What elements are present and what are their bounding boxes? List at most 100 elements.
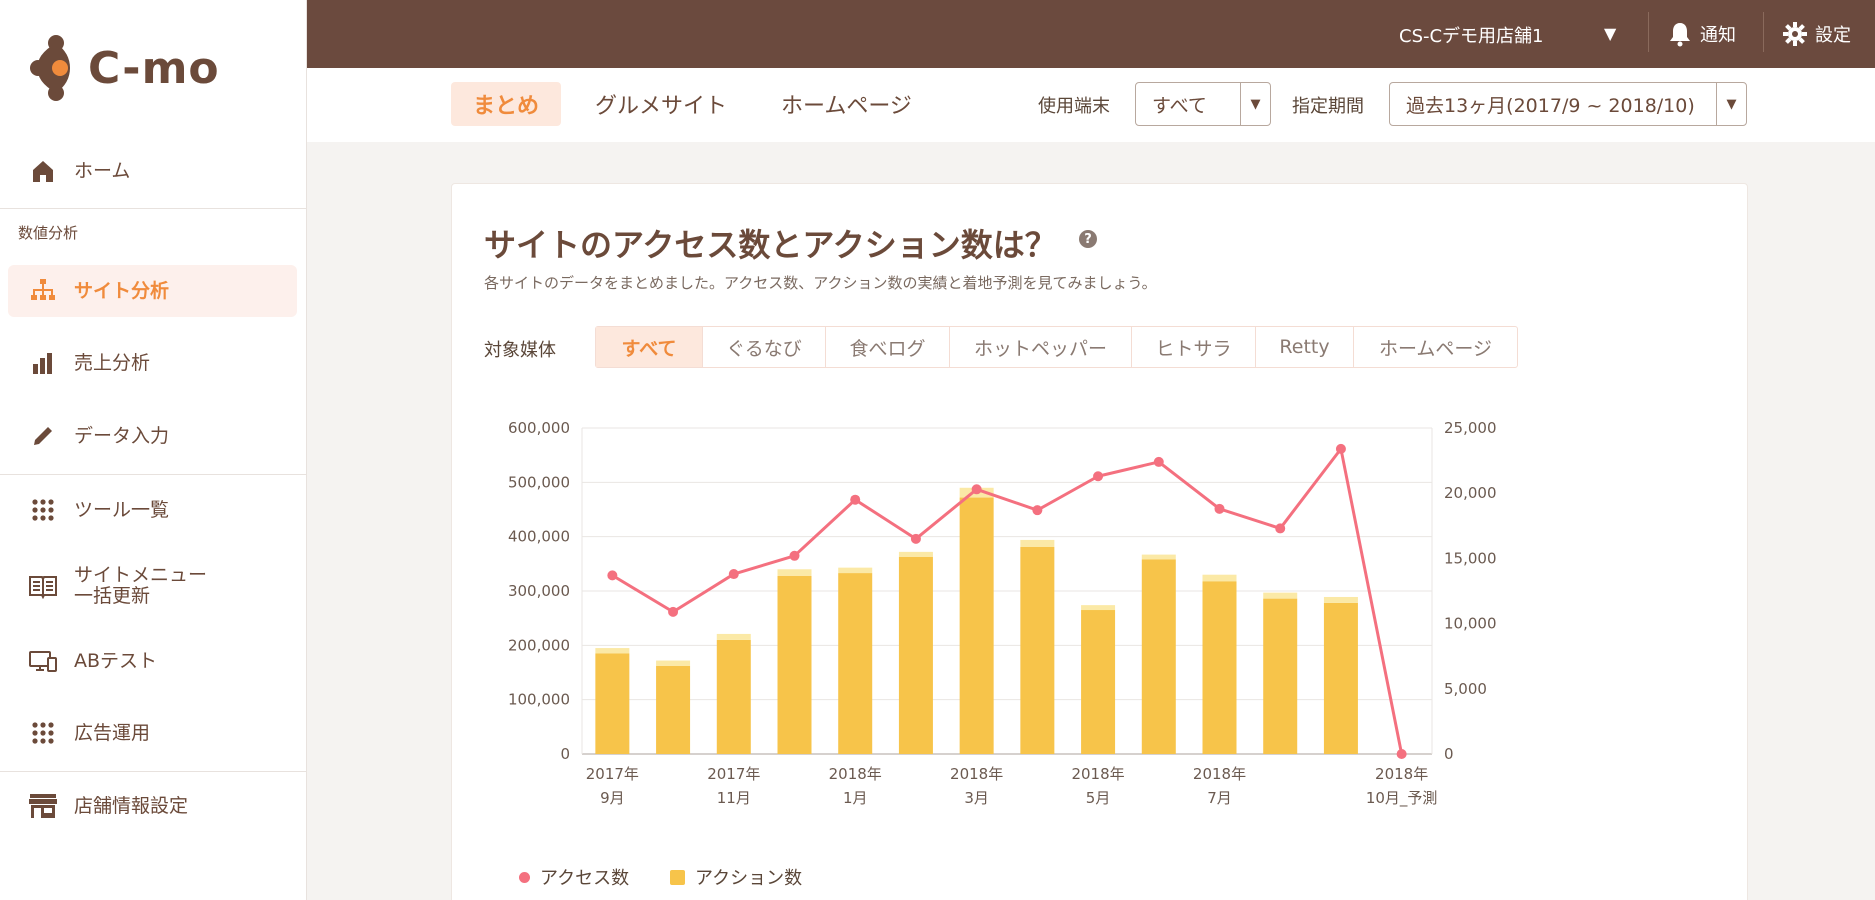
logo-mark-icon: [30, 35, 70, 101]
legend-item-action[interactable]: アクション数: [670, 864, 802, 890]
top-bar: CS-Cデモ用店舗1 ▼ 通知 設定: [307, 0, 1875, 68]
access-point: [789, 550, 800, 561]
sidebar-item-label: サイトメニュー 一括更新: [74, 565, 207, 607]
legend-marker: [519, 871, 530, 883]
app-logo[interactable]: C-mo: [30, 28, 230, 108]
divider: [0, 208, 307, 209]
bar: [838, 573, 873, 754]
y-right-tick-label: 10,000: [1444, 615, 1497, 633]
access-point: [910, 533, 921, 544]
access-point: [1335, 443, 1346, 454]
bar-top: [595, 648, 630, 654]
tab-homepage[interactable]: ホームページ: [759, 82, 934, 126]
tab-gourmet-sites[interactable]: グルメサイト: [573, 82, 749, 126]
settings-label: 設定: [1815, 25, 1851, 46]
y-left-tick-label: 600,000: [508, 419, 570, 437]
bar: [777, 575, 812, 754]
bar-top: [838, 567, 873, 574]
x-tick-label: 2018年: [950, 765, 1003, 783]
bar: [1323, 602, 1358, 754]
bar-top: [656, 660, 691, 666]
bar-top: [1263, 592, 1298, 599]
gear-icon: [1783, 22, 1807, 46]
legend-item-access[interactable]: アクセス数: [519, 864, 629, 890]
x-tick-label: 2018年: [1193, 765, 1246, 783]
bar-top: [1020, 539, 1055, 547]
y-left-tick-label: 300,000: [508, 582, 570, 600]
notifications-label: 通知: [1700, 25, 1736, 46]
period-select[interactable]: 過去13ヶ月(2017/9 ~ 2018/10) ▼: [1389, 82, 1747, 126]
sidebar: C-mo ホーム 数値分析 サイト分析 売上分析 データ入力 ツール一覧 サイト…: [0, 0, 307, 900]
devices-icon: [28, 646, 58, 676]
sidebar-item-tools[interactable]: ツール一覧: [0, 474, 307, 546]
home-icon: [28, 156, 58, 186]
pencil-icon: [28, 421, 58, 451]
chevron-down-icon: ▼: [1240, 83, 1270, 125]
y-right-tick-label: 15,000: [1444, 549, 1497, 567]
x-tick-label: 10月_予測: [1366, 789, 1438, 808]
legend-label: アクセス数: [540, 868, 630, 889]
sitemap-icon: [28, 276, 58, 306]
bar-top: [1202, 574, 1237, 582]
access-point: [607, 570, 618, 581]
x-tick-label: 2017年: [707, 765, 760, 783]
y-left-tick-label: 0: [560, 745, 570, 763]
sidebar-item-ads[interactable]: 広告運用: [0, 697, 307, 769]
x-tick-label: 2018年: [829, 765, 882, 783]
y-left-tick-label: 100,000: [508, 691, 570, 709]
access-point: [1275, 523, 1286, 534]
legend-marker: [670, 869, 685, 885]
x-tick-label: 5月: [1086, 789, 1111, 807]
device-label: 使用端末: [1038, 96, 1110, 117]
access-point: [1396, 749, 1407, 759]
store-selector[interactable]: CS-Cデモ用店舗1: [1399, 22, 1544, 48]
divider: [1648, 12, 1649, 52]
sidebar-item-site-analysis[interactable]: サイト分析: [8, 265, 297, 317]
sidebar-item-label: ABテスト: [74, 649, 158, 672]
chevron-down-icon[interactable]: ▼: [1604, 24, 1616, 43]
divider: [1763, 12, 1764, 52]
period-label: 指定期間: [1292, 96, 1364, 117]
tab-summary[interactable]: まとめ: [451, 82, 562, 126]
logo-text: C-mo: [88, 42, 220, 94]
bar-top: [1081, 605, 1116, 611]
bar-top: [777, 569, 812, 576]
legend-label: アクション数: [695, 868, 803, 889]
access-point: [668, 606, 679, 617]
sidebar-item-data-input[interactable]: データ入力: [0, 400, 307, 472]
period-select-value: 過去13ヶ月(2017/9 ~ 2018/10): [1406, 94, 1695, 117]
sidebar-item-sales-analysis[interactable]: 売上分析: [0, 327, 307, 399]
bar-top: [1323, 596, 1358, 603]
y-right-tick-label: 0: [1444, 745, 1454, 763]
access-point: [971, 484, 982, 495]
x-tick-label: 11月: [717, 789, 751, 807]
bar: [1202, 581, 1237, 754]
sidebar-item-site-menu[interactable]: サイトメニュー 一括更新: [0, 550, 307, 622]
device-select[interactable]: すべて ▼: [1135, 82, 1271, 126]
access-point: [1153, 456, 1164, 467]
settings-button[interactable]: 設定: [1783, 21, 1851, 47]
bar: [595, 653, 630, 754]
x-tick-label: 9月: [600, 789, 625, 807]
sidebar-item-label-line1: サイトメニュー: [74, 564, 208, 587]
bar-chart-icon: [28, 348, 58, 378]
sidebar-item-label: 広告運用: [74, 721, 151, 744]
bar: [959, 497, 994, 754]
x-tick-label: 3月: [964, 789, 989, 807]
sidebar-item-home[interactable]: ホーム: [0, 135, 307, 207]
bar: [1141, 559, 1176, 754]
y-right-tick-label: 25,000: [1444, 419, 1497, 437]
y-right-tick-label: 5,000: [1444, 680, 1487, 698]
y-right-tick-label: 20,000: [1444, 484, 1497, 502]
x-tick-label: 2018年: [1071, 765, 1124, 783]
access-point: [1032, 505, 1043, 516]
notifications-button[interactable]: 通知: [1668, 21, 1736, 47]
bell-icon: [1670, 23, 1690, 47]
bar-top: [898, 551, 933, 557]
y-left-tick-label: 500,000: [508, 473, 570, 491]
access-point: [1214, 503, 1225, 514]
sidebar-item-ab-test[interactable]: ABテスト: [0, 625, 307, 697]
x-tick-label: 2018年: [1375, 765, 1428, 783]
bar: [716, 639, 751, 754]
sidebar-item-store-settings[interactable]: 店舗情報設定: [0, 770, 307, 842]
